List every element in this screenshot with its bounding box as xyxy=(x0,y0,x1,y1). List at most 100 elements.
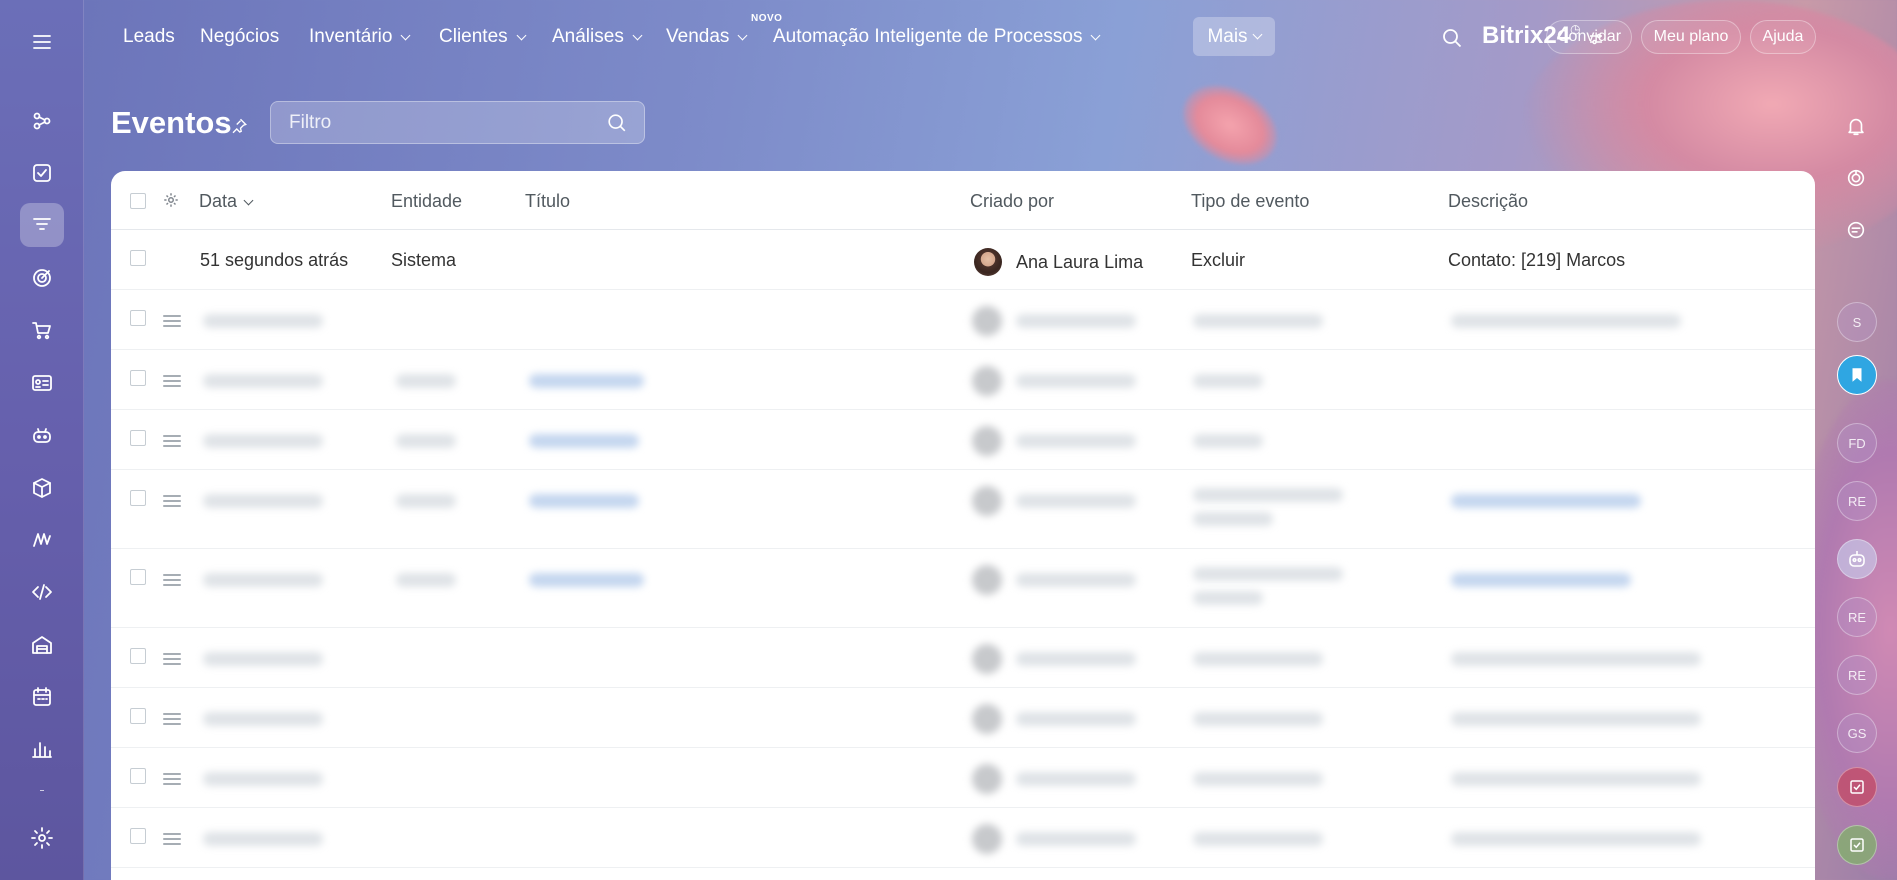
nav-item-deals[interactable]: Negócios xyxy=(200,26,279,48)
row-checkbox[interactable] xyxy=(130,490,146,506)
sidebar-item-sites[interactable] xyxy=(20,518,64,562)
row-checkbox[interactable] xyxy=(130,828,146,844)
bookmark-button[interactable] xyxy=(1837,355,1877,395)
row-checkbox[interactable] xyxy=(130,430,146,446)
contact-avatar[interactable]: S xyxy=(1837,302,1877,342)
sidebar-item-analytics[interactable] xyxy=(20,727,64,771)
row-checkbox[interactable] xyxy=(130,768,146,784)
row-checkbox[interactable] xyxy=(130,370,146,386)
invite-button[interactable]: Convidar xyxy=(1546,20,1632,54)
nav-item-clients[interactable]: Clientes xyxy=(439,26,527,48)
contact-avatar[interactable]: RE xyxy=(1837,655,1877,695)
sidebar-item-shop[interactable] xyxy=(20,308,64,352)
nav-item-analytics[interactable]: Análises xyxy=(552,26,643,48)
drag-handle-icon[interactable] xyxy=(163,713,181,725)
table-row[interactable]: 51 segundos atrás Sistema Ana Laura Lima… xyxy=(111,230,1815,290)
table-row[interactable] xyxy=(111,350,1815,410)
sidebar-item-inventory[interactable] xyxy=(20,466,64,510)
robot-icon xyxy=(1849,551,1865,567)
table-row[interactable] xyxy=(111,688,1815,748)
table-row[interactable] xyxy=(111,808,1815,868)
column-date[interactable]: Data xyxy=(199,191,254,212)
drag-handle-icon[interactable] xyxy=(163,315,181,327)
more-menu-button[interactable]: Mais xyxy=(1193,17,1275,56)
drag-handle-icon[interactable] xyxy=(163,773,181,785)
sort-chevron-icon xyxy=(243,195,254,206)
contact-avatar[interactable]: RE xyxy=(1837,481,1877,521)
sidebar-item-feed[interactable] xyxy=(20,203,64,247)
chat-button[interactable] xyxy=(1838,212,1874,248)
right-panel: S FD RE RE RE GS xyxy=(1815,74,1897,880)
search-icon[interactable] xyxy=(1440,26,1464,50)
nav-item-automation[interactable]: Automação Inteligente de Processos xyxy=(773,26,1101,48)
contact-avatar[interactable]: RE xyxy=(1837,597,1877,637)
filter-box[interactable] xyxy=(270,101,645,144)
table-row[interactable] xyxy=(111,290,1815,350)
sidebar-item-contacts[interactable] xyxy=(20,361,64,405)
my-plan-button[interactable]: Meu plano xyxy=(1641,20,1741,54)
drag-handle-icon[interactable] xyxy=(163,574,181,586)
menu-toggle-button[interactable] xyxy=(20,20,64,64)
sidebar-item-developer[interactable] xyxy=(20,570,64,614)
search-icon[interactable] xyxy=(606,112,628,134)
notifications-button[interactable] xyxy=(1838,108,1874,144)
new-badge: NOVO xyxy=(751,13,783,24)
column-title[interactable]: Título xyxy=(525,191,570,212)
column-event-type[interactable]: Tipo de evento xyxy=(1191,191,1309,212)
row-date: 51 segundos atrás xyxy=(200,250,349,270)
nav-item-leads[interactable]: Leads xyxy=(123,26,175,48)
sidebar-item-settings[interactable] xyxy=(20,816,64,860)
row-created-by[interactable]: Ana Laura Lima xyxy=(1016,252,1143,273)
help-button[interactable]: Ajuda xyxy=(1750,20,1816,54)
drag-handle-icon[interactable] xyxy=(163,375,181,387)
copilot-button[interactable] xyxy=(1838,160,1874,196)
top-navigation: Leads Negócios Inventário Clientes Análi… xyxy=(84,0,1897,74)
brand-name: Bitrix xyxy=(1482,22,1544,49)
signature-icon xyxy=(33,533,51,547)
drag-handle-icon[interactable] xyxy=(163,833,181,845)
drag-handle-icon[interactable] xyxy=(163,653,181,665)
row-checkbox[interactable] xyxy=(130,708,146,724)
column-created-by[interactable]: Criado por xyxy=(970,191,1054,212)
contact-avatar[interactable]: FD xyxy=(1837,423,1877,463)
row-checkbox[interactable] xyxy=(130,569,146,585)
table-row[interactable] xyxy=(111,549,1815,628)
gear-icon[interactable] xyxy=(162,191,180,209)
column-date-label: Data xyxy=(199,191,238,211)
row-checkbox[interactable] xyxy=(130,310,146,326)
sidebar-item-copilot[interactable] xyxy=(20,413,64,457)
sidebar-item-calendar[interactable] xyxy=(20,675,64,719)
sidebar-item-crm[interactable] xyxy=(20,99,64,143)
row-checkbox[interactable] xyxy=(130,250,146,266)
task-red-button[interactable] xyxy=(1837,767,1877,807)
row-checkbox[interactable] xyxy=(130,648,146,664)
sidebar-item-goals[interactable] xyxy=(20,256,64,300)
drag-handle-icon[interactable] xyxy=(163,495,181,507)
nav-item-label: Negócios xyxy=(200,26,280,47)
avatar[interactable] xyxy=(974,248,1002,276)
pin-icon[interactable] xyxy=(230,117,248,135)
nav-item-sales[interactable]: Vendas xyxy=(666,26,748,48)
column-description[interactable]: Descrição xyxy=(1448,191,1528,212)
task-green-button[interactable] xyxy=(1837,825,1877,865)
contact-avatar[interactable]: GS xyxy=(1837,713,1877,753)
blurred-text xyxy=(1016,573,1136,587)
select-all-checkbox[interactable] xyxy=(130,193,146,209)
table-row[interactable] xyxy=(111,628,1815,688)
row-entity: Sistema xyxy=(391,250,457,270)
sidebar-item-tasks[interactable] xyxy=(20,151,64,195)
drag-handle-icon[interactable] xyxy=(163,435,181,447)
avatar xyxy=(972,366,1002,396)
sidebar-item-store[interactable] xyxy=(20,623,64,667)
nav-item-inventory[interactable]: Inventário xyxy=(309,26,411,48)
blurred-link xyxy=(529,434,639,448)
left-sidebar xyxy=(0,0,84,880)
row-description: Contato: [219] Marcos xyxy=(1448,250,1626,270)
task-check-icon xyxy=(33,164,51,182)
table-row[interactable] xyxy=(111,748,1815,808)
bot-avatar[interactable] xyxy=(1837,539,1877,579)
filter-input[interactable] xyxy=(271,102,591,143)
table-row[interactable] xyxy=(111,410,1815,470)
table-row[interactable] xyxy=(111,470,1815,549)
column-entity[interactable]: Entidade xyxy=(391,191,462,212)
